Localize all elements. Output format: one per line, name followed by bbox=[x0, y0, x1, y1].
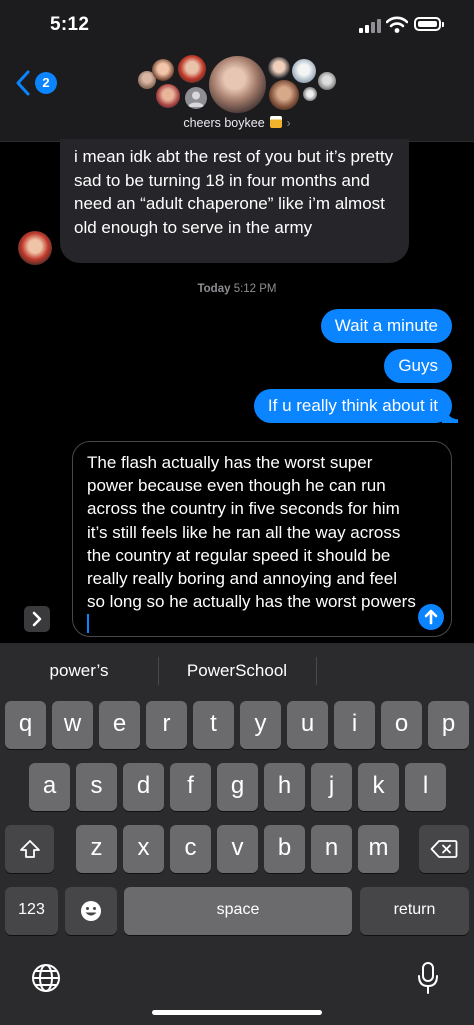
key-u[interactable]: u bbox=[287, 701, 328, 749]
key-y[interactable]: y bbox=[240, 701, 281, 749]
suggestion-2[interactable]: PowerSchool bbox=[161, 659, 313, 683]
emoji-icon bbox=[81, 901, 101, 921]
group-name: cheers boykee bbox=[183, 116, 265, 130]
return-key[interactable]: return bbox=[360, 887, 469, 935]
home-indicator bbox=[152, 1010, 322, 1015]
status-bar: 5:12 bbox=[0, 0, 474, 50]
keyboard: power’s PowerSchool qwertyuiop asdfghjkl… bbox=[0, 643, 474, 1025]
chevron-right-icon: › bbox=[286, 116, 291, 130]
key-x[interactable]: x bbox=[123, 825, 164, 873]
back-chevron-icon bbox=[16, 70, 30, 96]
apps-chevron-icon bbox=[32, 611, 42, 627]
message-input-text[interactable]: The flash actually has the worst super p… bbox=[87, 451, 417, 637]
group-name-button[interactable]: cheers boykee › bbox=[0, 116, 474, 130]
message-timestamp: Today 5:12 PM bbox=[0, 283, 474, 295]
key-s[interactable]: s bbox=[76, 763, 117, 811]
avatar[interactable] bbox=[318, 72, 336, 90]
wifi-icon bbox=[386, 16, 408, 33]
delete-icon bbox=[430, 840, 458, 858]
avatar[interactable] bbox=[292, 59, 316, 83]
conversation-header: 2 cheers boykee › bbox=[0, 50, 474, 142]
outgoing-message[interactable]: If u really think about it bbox=[253, 389, 459, 423]
timestamp-time: 5:12 PM bbox=[233, 283, 277, 295]
beer-icon bbox=[269, 116, 282, 128]
key-b[interactable]: b bbox=[264, 825, 305, 873]
avatar[interactable] bbox=[269, 80, 299, 110]
suggestion-3[interactable] bbox=[319, 659, 469, 683]
incoming-message[interactable]: i mean idk abt the rest of you but it’s … bbox=[60, 139, 409, 263]
key-o[interactable]: o bbox=[381, 701, 422, 749]
suggestion-1[interactable]: power’s bbox=[4, 659, 154, 683]
key-t[interactable]: t bbox=[193, 701, 234, 749]
key-q[interactable]: q bbox=[5, 701, 46, 749]
text-cursor bbox=[87, 614, 89, 634]
microphone-icon[interactable] bbox=[417, 961, 439, 995]
avatar[interactable] bbox=[268, 57, 290, 79]
cellular-signal-icon bbox=[359, 19, 381, 33]
timestamp-day: Today bbox=[197, 283, 231, 295]
send-button[interactable] bbox=[418, 604, 444, 630]
key-c[interactable]: c bbox=[170, 825, 211, 873]
avatar[interactable] bbox=[303, 87, 317, 101]
key-h[interactable]: h bbox=[264, 763, 305, 811]
key-r[interactable]: r bbox=[146, 701, 187, 749]
shift-icon bbox=[19, 840, 40, 858]
suggestion-divider bbox=[316, 657, 317, 685]
compose-text: The flash actually has the worst super p… bbox=[87, 453, 416, 612]
person-placeholder-icon bbox=[188, 91, 204, 107]
key-a[interactable]: a bbox=[29, 763, 70, 811]
avatar[interactable] bbox=[185, 87, 207, 109]
outgoing-message[interactable]: Guys bbox=[384, 349, 452, 383]
key-d[interactable]: d bbox=[123, 763, 164, 811]
key-p[interactable]: p bbox=[428, 701, 469, 749]
avatar[interactable] bbox=[178, 55, 206, 83]
key-w[interactable]: w bbox=[52, 701, 93, 749]
battery-icon bbox=[414, 17, 444, 31]
back-button[interactable]: 2 bbox=[16, 70, 62, 96]
avatar[interactable] bbox=[152, 59, 174, 81]
key-m[interactable]: m bbox=[358, 825, 399, 873]
space-key[interactable]: space bbox=[124, 887, 352, 935]
status-time: 5:12 bbox=[50, 14, 90, 35]
avatar[interactable] bbox=[156, 84, 180, 108]
main-avatar[interactable] bbox=[209, 56, 266, 113]
message-input[interactable]: The flash actually has the worst super p… bbox=[72, 441, 452, 637]
delete-key[interactable] bbox=[419, 825, 469, 873]
key-n[interactable]: n bbox=[311, 825, 352, 873]
key-z[interactable]: z bbox=[76, 825, 117, 873]
emoji-key[interactable] bbox=[65, 887, 117, 935]
key-k[interactable]: k bbox=[358, 763, 399, 811]
key-v[interactable]: v bbox=[217, 825, 258, 873]
outgoing-message[interactable]: Wait a minute bbox=[320, 309, 452, 343]
key-e[interactable]: e bbox=[99, 701, 140, 749]
key-f[interactable]: f bbox=[170, 763, 211, 811]
globe-icon[interactable] bbox=[31, 963, 61, 993]
key-l[interactable]: l bbox=[405, 763, 446, 811]
key-j[interactable]: j bbox=[311, 763, 352, 811]
numbers-key[interactable]: 123 bbox=[5, 887, 58, 935]
key-i[interactable]: i bbox=[334, 701, 375, 749]
unread-count-badge: 2 bbox=[35, 72, 57, 94]
suggestion-divider bbox=[158, 657, 159, 685]
sender-avatar[interactable] bbox=[18, 231, 52, 265]
incoming-message-text: i mean idk abt the rest of you but it’s … bbox=[74, 147, 394, 237]
shift-key[interactable] bbox=[5, 825, 54, 873]
key-g[interactable]: g bbox=[217, 763, 258, 811]
send-arrow-icon bbox=[424, 609, 438, 625]
app-drawer-button[interactable] bbox=[24, 606, 50, 632]
